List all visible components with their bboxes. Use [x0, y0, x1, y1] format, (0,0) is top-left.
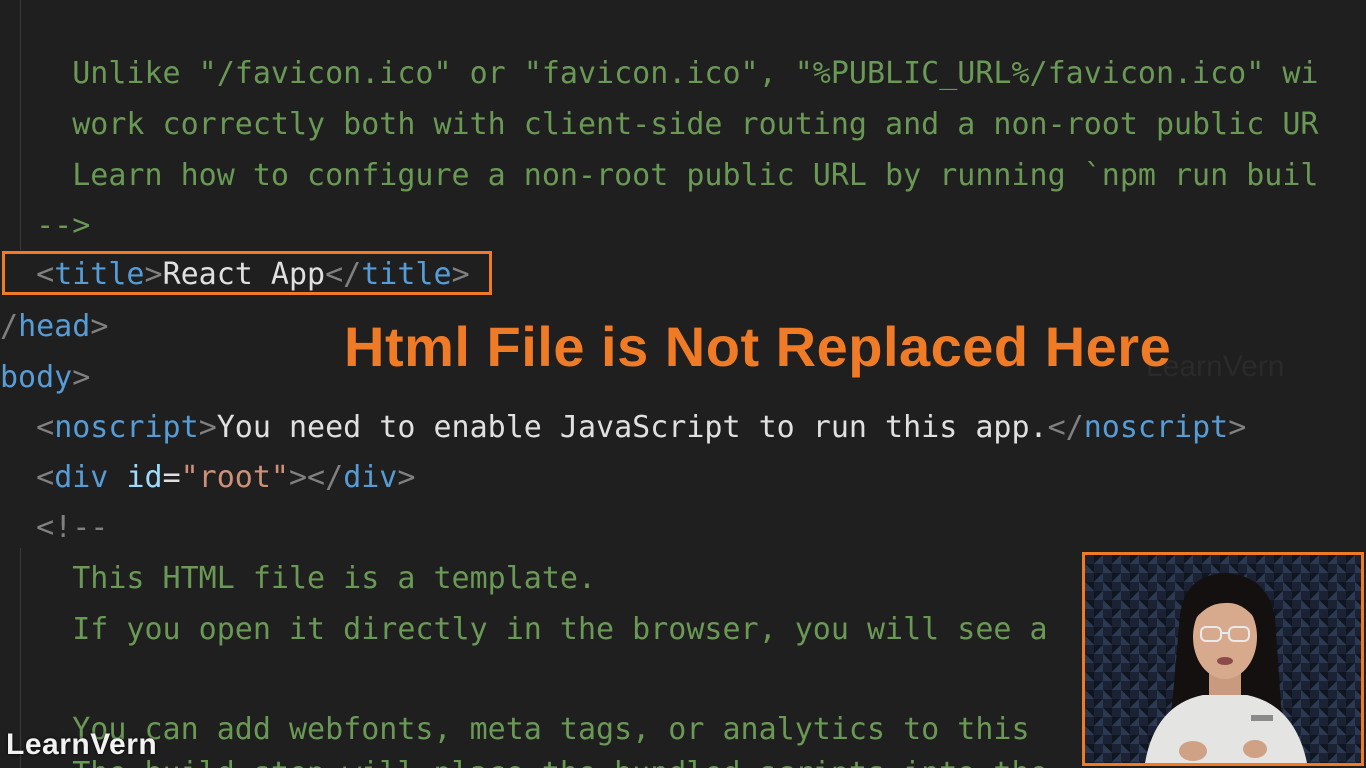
presenter-figure-icon [1145, 573, 1307, 763]
code-line-comment: This HTML file is a template. [0, 561, 597, 596]
code-line-body-open: body> [0, 360, 91, 395]
code-line-comment: Learn how to configure a non-root public… [0, 158, 1319, 193]
code-line-head-close: /head> [0, 309, 109, 344]
noscript-text: You need to enable JavaScript to run thi… [216, 410, 1048, 445]
attr-value: "root" [180, 460, 289, 495]
code-line-comment: Unlike "/favicon.ico" or "favicon.ico", … [0, 56, 1319, 91]
tag-name: noscript [1083, 410, 1229, 445]
code-line-div-root: <div id="root"></div> [0, 460, 416, 495]
code-line-comment-end: --> [0, 208, 91, 243]
overlay-caption: Html File is Not Replaced Here [344, 315, 1172, 378]
code-line-comment-start: <!-- [0, 510, 109, 545]
presenter-webcam [1082, 552, 1364, 766]
tag-name: head [18, 309, 91, 344]
tag-name: noscript [54, 410, 199, 445]
tag-name: div [343, 460, 398, 495]
title-highlight-box [2, 251, 492, 295]
code-line-noscript: <noscript>You need to enable JavaScript … [0, 410, 1247, 445]
code-line-comment: work correctly both with client-side rou… [0, 107, 1319, 142]
code-line-comment: If you open it directly in the browser, … [0, 612, 1048, 647]
brand-logo: LearnVern [6, 728, 158, 761]
tag-name: div [54, 460, 109, 495]
attr-name: id [126, 460, 163, 495]
tag-name: body [0, 360, 73, 395]
code-editor[interactable]: Unlike "/favicon.ico" or "favicon.ico", … [0, 0, 1366, 768]
